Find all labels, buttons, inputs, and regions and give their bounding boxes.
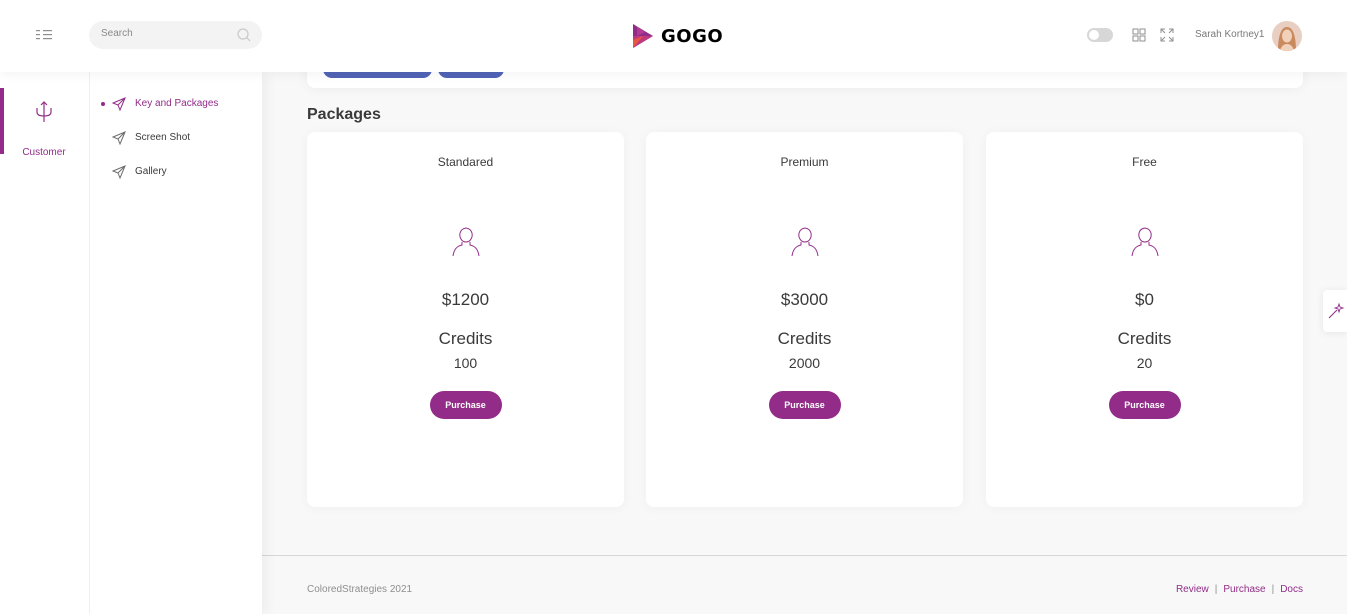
main-menu-item-customer[interactable]: Customer xyxy=(0,88,90,158)
logo-mark-icon xyxy=(633,24,653,48)
package-card-standared: Standared $1200 Credits 100 Purchase xyxy=(307,132,624,507)
send-icon xyxy=(112,165,126,179)
footer-link-purchase[interactable]: Purchase xyxy=(1223,584,1265,595)
theme-customizer-button[interactable] xyxy=(1323,290,1347,332)
purchase-button[interactable]: Purchase xyxy=(1108,391,1181,419)
footer-separator: | xyxy=(1214,584,1218,595)
footer-separator: | xyxy=(1271,584,1275,595)
logo-text: GOGO xyxy=(661,25,724,47)
magic-wand-icon xyxy=(1328,302,1345,319)
package-price: $1200 xyxy=(441,290,490,309)
main-menu-item-label: Customer xyxy=(22,147,66,158)
sub-menu-item-label: Key and Packages xyxy=(135,98,219,109)
avatar[interactable] xyxy=(1272,21,1302,51)
theme-toggle[interactable] xyxy=(1087,28,1113,42)
page-title: Packages xyxy=(307,106,381,123)
package-price: $3000 xyxy=(780,290,829,309)
user-name[interactable]: Sarah Kortney1 xyxy=(1195,29,1265,40)
user-icon xyxy=(452,227,479,257)
purchase-button[interactable]: Purchase xyxy=(429,391,502,419)
copyright-text: ColoredStrategies 2021 xyxy=(307,584,413,595)
send-icon xyxy=(112,97,126,111)
footer-link-docs[interactable]: Docs xyxy=(1280,584,1303,595)
credits-label: Credits xyxy=(1117,329,1172,348)
trident-icon xyxy=(36,101,52,122)
footer-links: Review | Purchase | Docs xyxy=(1176,584,1303,595)
purchase-button[interactable]: Purchase xyxy=(768,391,841,419)
sub-menu-item-label: Gallery xyxy=(135,166,167,177)
top-navbar: GOGO Sarah Kortney1 xyxy=(0,0,1347,72)
sub-menu: Key and Packages Screen Shot Gallery xyxy=(90,72,262,614)
search-input[interactable] xyxy=(101,28,231,39)
credits-label: Credits xyxy=(438,329,493,348)
footer-link-review[interactable]: Review xyxy=(1176,584,1209,595)
menu-toggle-icon[interactable] xyxy=(34,27,56,43)
user-photo-icon xyxy=(1272,21,1302,51)
footer: ColoredStrategies 2021 Review | Purchase | D… xyxy=(262,555,1347,614)
package-name: Free xyxy=(1132,155,1157,169)
sub-menu-item-screen-shot[interactable]: Screen Shot xyxy=(90,127,262,149)
active-indicator xyxy=(0,88,4,154)
apps-grid-icon[interactable] xyxy=(1132,28,1146,42)
fullscreen-icon[interactable] xyxy=(1160,28,1174,42)
credits-value: 100 xyxy=(453,355,478,371)
package-name: Premium xyxy=(780,155,829,169)
active-dot xyxy=(101,102,105,106)
sub-menu-item-gallery[interactable]: Gallery xyxy=(90,161,262,183)
package-card-premium: Premium $3000 Credits 2000 Purchase xyxy=(646,132,963,507)
credits-value: 20 xyxy=(1136,355,1153,371)
package-card-free: Free $0 Credits 20 Purchase xyxy=(986,132,1303,507)
credits-label: Credits xyxy=(777,329,832,348)
main-menu: Customer xyxy=(0,72,90,614)
send-icon xyxy=(112,131,126,145)
package-name: Standared xyxy=(437,155,494,169)
package-price: $0 xyxy=(1135,290,1154,309)
credits-value: 2000 xyxy=(788,355,821,371)
search-icon[interactable] xyxy=(236,27,252,43)
user-icon xyxy=(791,227,818,257)
user-icon xyxy=(1131,227,1158,257)
logo[interactable]: GOGO xyxy=(631,22,723,50)
sub-menu-item-label: Screen Shot xyxy=(135,132,191,143)
sub-menu-item-key-and-packages[interactable]: Key and Packages xyxy=(90,93,262,115)
search-box xyxy=(89,21,262,49)
